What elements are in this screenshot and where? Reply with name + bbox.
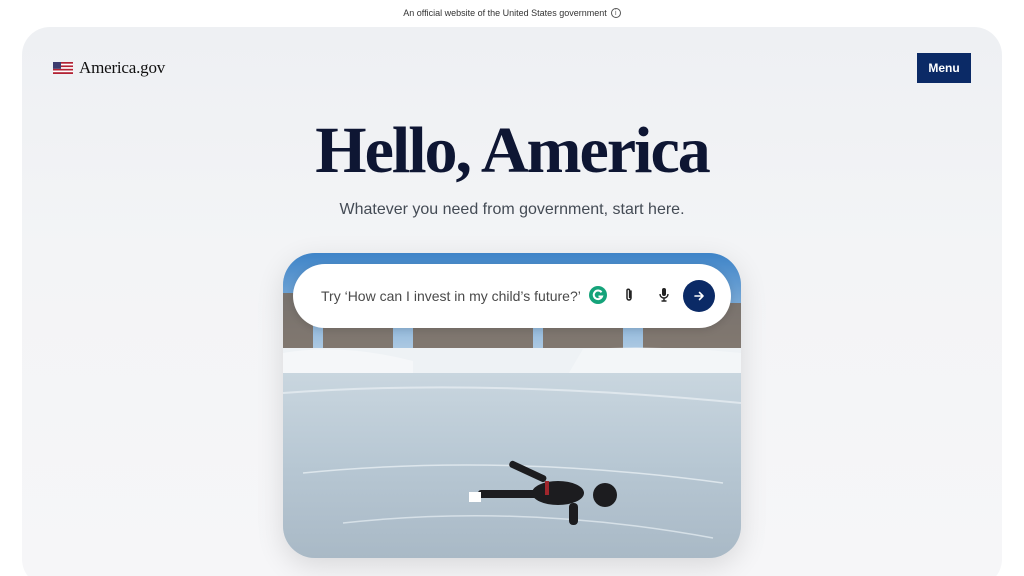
site-logo[interactable]: America.gov	[53, 58, 165, 78]
hero-card: America.gov Menu Hello, America Whatever…	[22, 27, 1002, 576]
us-flag-icon	[53, 62, 73, 74]
logo-text: America.gov	[79, 58, 166, 77]
submit-search-button[interactable]	[683, 280, 715, 312]
arrow-right-icon	[694, 291, 704, 301]
page-title: Hello, America	[315, 114, 711, 187]
microphone-icon[interactable]	[653, 284, 675, 306]
page-subtitle: Whatever you need from government, start…	[339, 201, 685, 218]
search-bar	[293, 264, 731, 328]
banner-text: An official website of the United States…	[403, 8, 607, 18]
paperclip-icon[interactable]	[618, 284, 640, 306]
official-government-banner: An official website of the United States…	[0, 0, 1024, 26]
hero-photo-child-on-ice	[283, 253, 741, 558]
search-input[interactable]	[321, 286, 583, 306]
info-icon[interactable]: i	[610, 8, 621, 18]
grammarly-icon[interactable]	[587, 284, 609, 306]
menu-button[interactable]: Menu	[917, 53, 971, 83]
